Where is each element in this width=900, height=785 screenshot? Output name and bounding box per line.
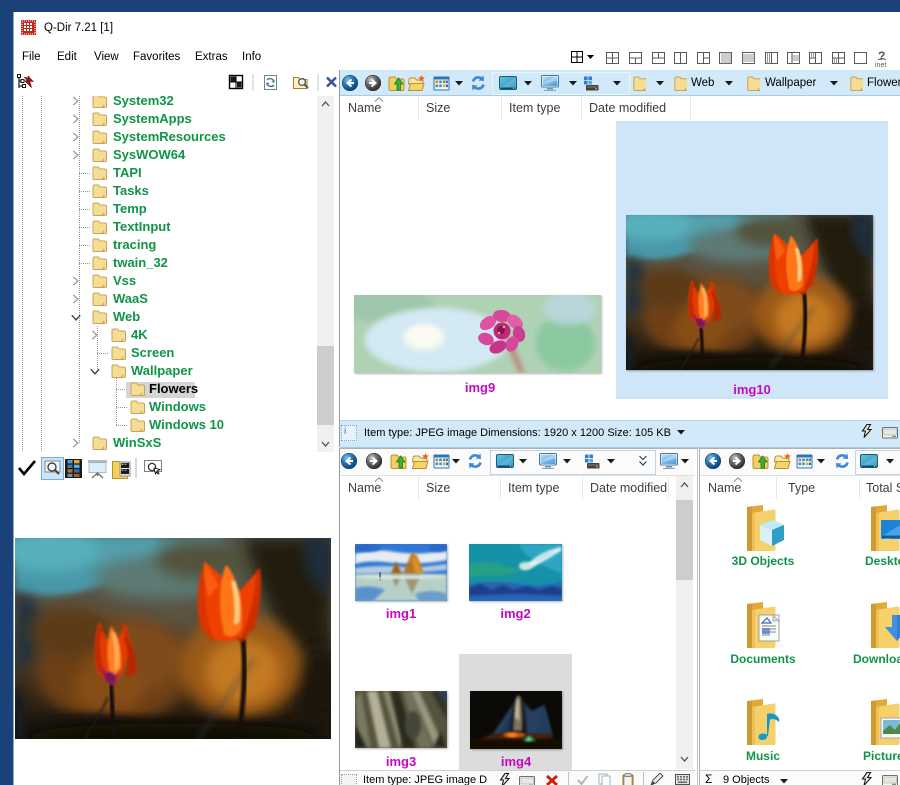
svg-text:inet: inet xyxy=(875,62,886,68)
